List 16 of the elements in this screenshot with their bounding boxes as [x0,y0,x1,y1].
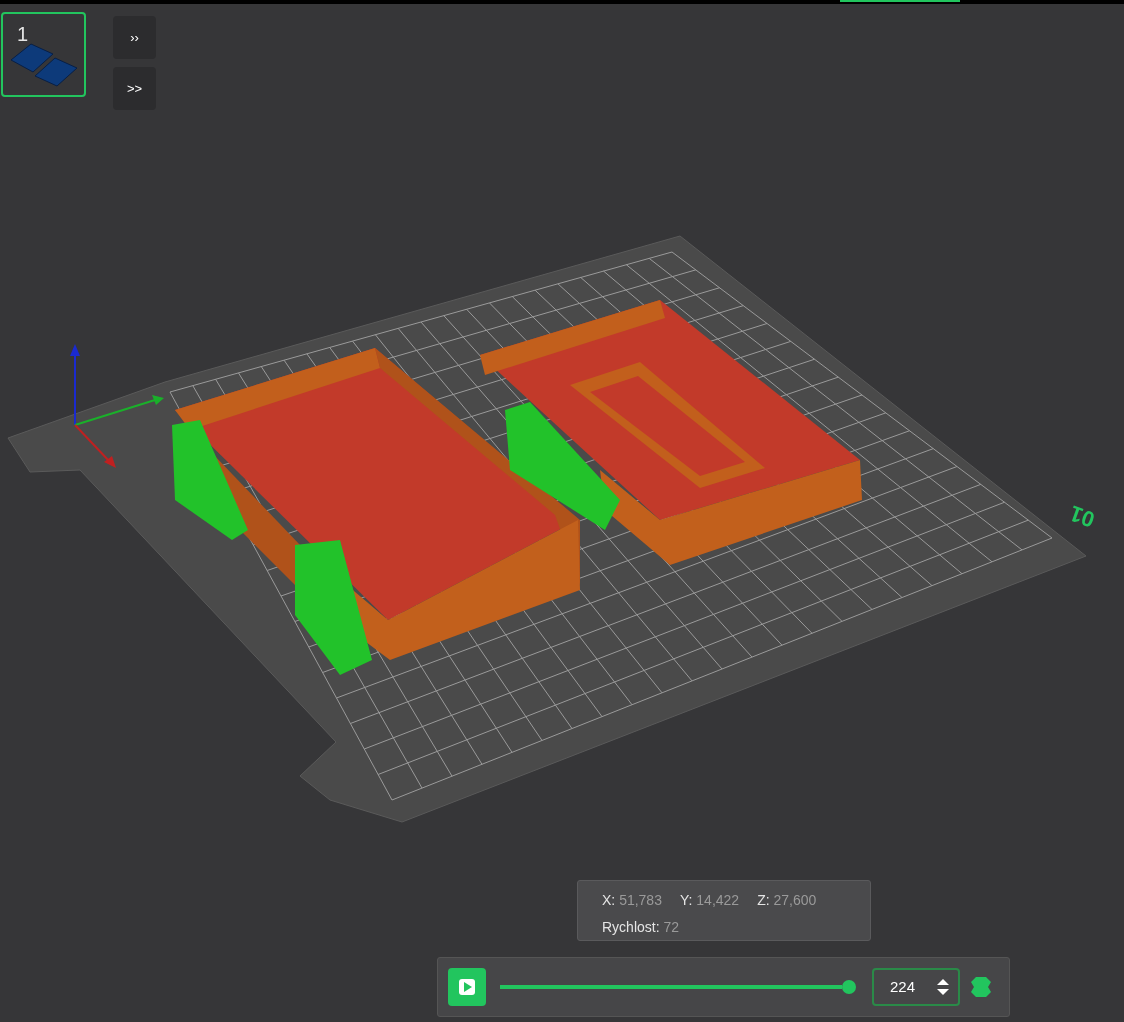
coordinate-reading: Z: 27,600 [757,891,817,910]
layer-number: 224 [890,976,916,997]
spinner-arrows-icon[interactable] [936,977,950,997]
layers-icon[interactable] [970,976,992,998]
slider-thumb[interactable] [842,980,856,994]
play-icon [458,978,476,996]
speed-reading: Rychlost: 72 [602,918,681,937]
plate-number: 1 [17,24,29,44]
coordinate-reading: Y: 14,422 [679,891,740,910]
expand-button[interactable]: >> [113,67,156,110]
layer-number-field[interactable]: 224 [872,968,960,1006]
plate-thumbnail[interactable]: 1 [1,12,86,97]
bed-label: 01 [1065,499,1099,535]
expand-button[interactable]: ›› [113,16,156,59]
coordinate-reading: X: 51,783 [602,891,662,910]
play-button[interactable] [448,968,486,1006]
